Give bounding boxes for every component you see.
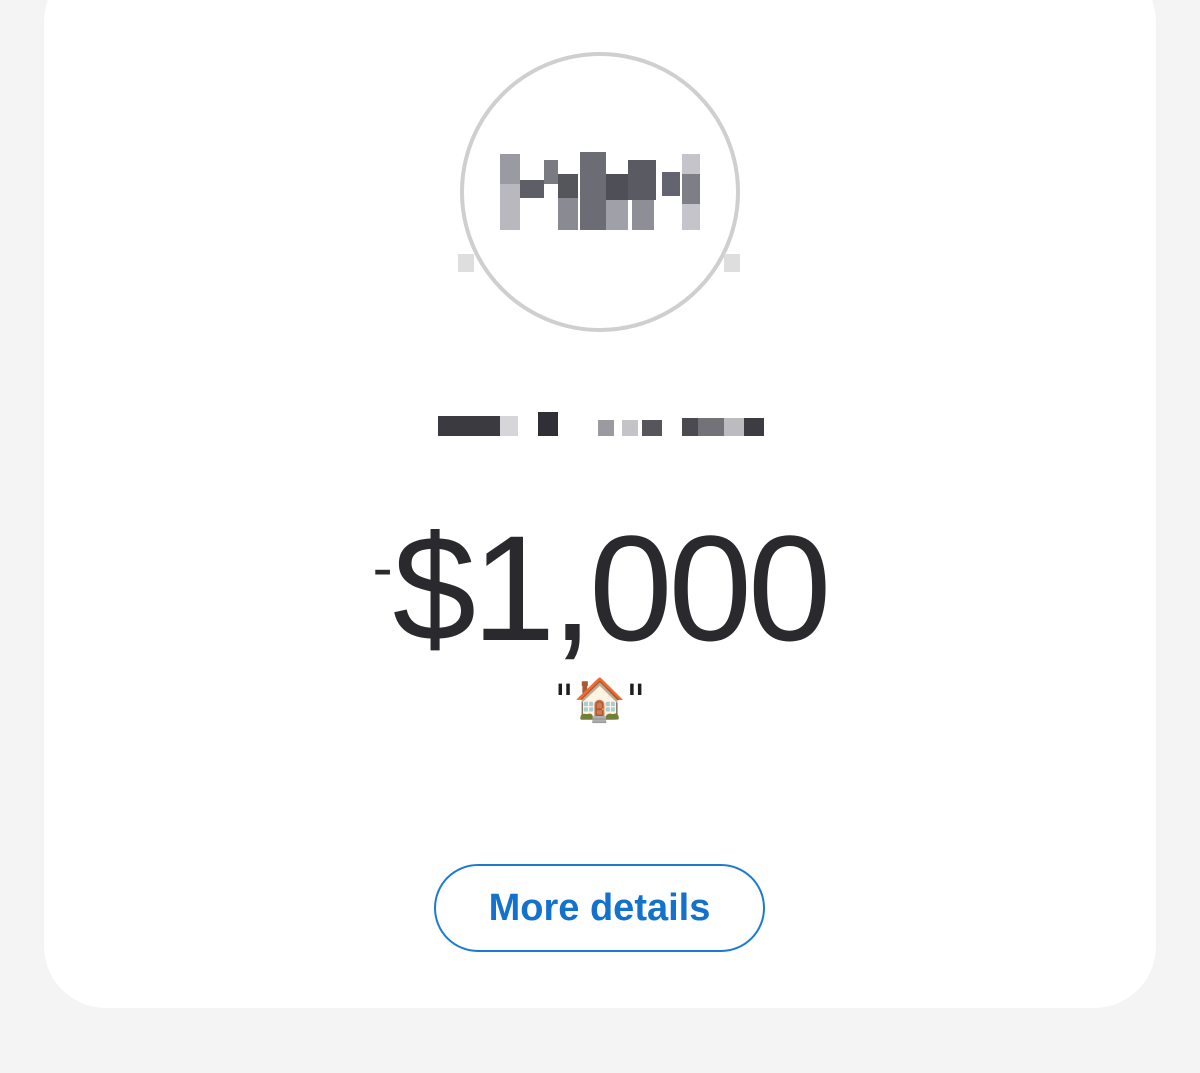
avatar-pixelated-initials	[458, 52, 740, 332]
recipient-name-pixelated	[438, 412, 764, 436]
recipient-name	[438, 412, 766, 438]
more-details-button[interactable]: More details	[434, 864, 765, 952]
avatar	[456, 48, 744, 336]
transaction-note: "🏠"	[554, 675, 646, 724]
transaction-amount: -$1,000	[0, 488, 1200, 668]
amount-sign: -	[372, 534, 393, 601]
amount-value: $1,000	[392, 504, 832, 672]
